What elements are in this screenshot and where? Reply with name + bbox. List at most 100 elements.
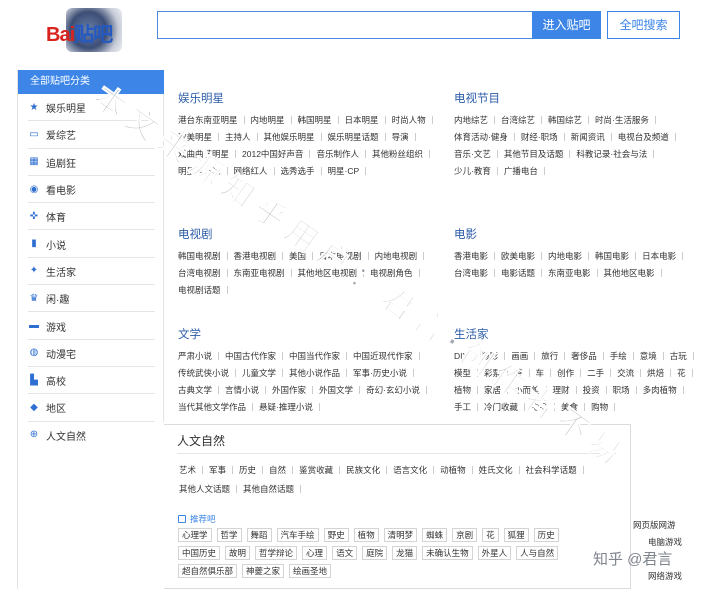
panel-tag-link[interactable]: 其他自然话题 — [243, 480, 307, 499]
category-tag-link[interactable]: 其他粉丝组织 — [372, 146, 436, 163]
category-tag-link[interactable]: 内地电视剧 — [375, 248, 431, 265]
category-tag-link[interactable]: 电视剧角色 — [370, 265, 426, 282]
panel-tag-link[interactable]: 动植物 — [440, 461, 479, 480]
category-tag-link[interactable]: 中国古代作家 — [225, 348, 289, 365]
sidebar-item[interactable]: ⊕ 人文自然 — [18, 421, 164, 449]
category-tag-link[interactable]: 港台东南亚明星 — [178, 112, 251, 129]
category-tag-link[interactable]: 二手 — [587, 365, 617, 382]
category-tag-link[interactable]: 言情小说 — [225, 382, 272, 399]
category-tag-link[interactable]: 新闻资讯 — [571, 129, 618, 146]
category-tag-link[interactable]: 日本明星 — [345, 112, 392, 129]
panel-tag-link[interactable]: 历史 — [239, 461, 269, 480]
recommend-tag[interactable]: 植物 — [353, 528, 379, 542]
category-tag-link[interactable]: 明星官方吧 — [178, 163, 234, 180]
category-tag-link[interactable]: 奢侈品 — [571, 348, 610, 365]
category-tag-link[interactable]: 古典文学 — [178, 382, 225, 399]
category-title[interactable]: 电视剧 — [178, 226, 448, 241]
category-tag-link[interactable]: 悬疑·推理小说 — [259, 399, 326, 416]
category-tag-link[interactable]: 财经·职场 — [521, 129, 571, 146]
category-tag-link[interactable]: 美国 — [289, 248, 319, 265]
recommend-tag[interactable]: 狐狸 — [503, 528, 529, 542]
category-tag-link[interactable]: 少儿·教育 — [454, 163, 504, 180]
category-tag-link[interactable]: 体育活动·健身 — [454, 129, 521, 146]
baidu-tieba-logo[interactable]: Bai贴吧 — [46, 8, 142, 52]
category-tag-link[interactable]: 严肃小说 — [178, 348, 225, 365]
category-tag-link[interactable]: 小而美 — [514, 382, 553, 399]
category-tag-link[interactable]: 花 — [677, 365, 699, 382]
category-tag-link[interactable]: 中国当代作家 — [289, 348, 353, 365]
category-tag-link[interactable]: 2012中国好声音 — [242, 146, 316, 163]
category-tag-link[interactable]: 其他小说作品 — [289, 365, 353, 382]
category-tag-link[interactable]: 外国作家 — [272, 382, 319, 399]
category-tag-link[interactable]: 理财 — [553, 382, 583, 399]
category-tag-link[interactable]: 甜品 — [531, 399, 561, 416]
category-title[interactable]: 生活家 — [454, 326, 708, 341]
category-tag-link[interactable]: 职场 — [613, 382, 643, 399]
category-tag-link[interactable]: 电影话题 — [501, 265, 548, 282]
recommend-tag[interactable]: 庭院 — [362, 546, 388, 560]
link-pc-game[interactable]: 电脑游戏 — [648, 536, 682, 548]
recommend-tag[interactable]: 绘画圣地 — [289, 564, 332, 578]
recommend-tag[interactable]: 语文 — [332, 546, 358, 560]
category-title[interactable]: 电影 — [454, 226, 708, 241]
recommend-tag[interactable]: 故明 — [225, 546, 251, 560]
category-tag-link[interactable]: 美食 — [561, 399, 591, 416]
recommend-tag[interactable]: 清明梦 — [383, 528, 418, 542]
category-tag-link[interactable]: 冷门收藏 — [484, 399, 531, 416]
sidebar-item[interactable]: ▙ 高校 — [18, 366, 164, 395]
recommend-tag[interactable]: 哲学 — [216, 528, 242, 542]
category-tag-link[interactable]: 植物 — [454, 382, 484, 399]
category-tag-link[interactable]: 意境 — [640, 348, 670, 365]
panel-tag-link[interactable]: 姓氏文化 — [479, 461, 526, 480]
sidebar-item[interactable]: ▬ 游戏 — [18, 312, 164, 340]
category-tag-link[interactable]: 创作 — [557, 365, 587, 382]
panel-tag-link[interactable]: 艺术 — [179, 461, 209, 480]
category-tag-link[interactable]: 外国文学 — [319, 382, 366, 399]
recommend-tag[interactable]: 心理 — [302, 546, 328, 560]
category-tag-link[interactable]: 投资 — [583, 382, 613, 399]
enter-tieba-button[interactable]: 进入贴吧 — [532, 11, 601, 39]
search-input[interactable] — [157, 11, 533, 39]
recommend-tag[interactable]: 心理学 — [178, 528, 212, 542]
category-tag-link[interactable]: 中国近现代作家 — [353, 348, 426, 365]
category-tag-link[interactable]: 日本电视剧 — [319, 248, 375, 265]
category-tag-link[interactable]: 香港电视剧 — [234, 248, 290, 265]
category-tag-link[interactable]: 传统武侠小说 — [178, 365, 242, 382]
panel-tag-link[interactable]: 军事 — [209, 461, 239, 480]
category-tag-link[interactable]: 交流 — [617, 365, 647, 382]
category-title[interactable]: 电视节目 — [454, 90, 708, 105]
sidebar-item[interactable]: ♛ 闲·趣 — [18, 285, 164, 313]
category-tag-link[interactable]: 家居 — [484, 382, 514, 399]
recommend-tag[interactable]: 未确认生物 — [422, 546, 473, 560]
category-tag-link[interactable]: 时尚·生活服务 — [595, 112, 662, 129]
panel-tag-link[interactable]: 自然 — [269, 461, 299, 480]
category-tag-link[interactable]: 日本电影 — [642, 248, 689, 265]
category-tag-link[interactable]: 彩票 — [484, 365, 514, 382]
recommend-tag[interactable]: 舞蹈 — [246, 528, 272, 542]
category-tag-link[interactable]: 科教记录·社会与法 — [576, 146, 660, 163]
panel-tag-link[interactable]: 语言文化 — [393, 461, 440, 480]
category-title[interactable]: 文学 — [178, 326, 448, 341]
sidebar-item[interactable]: ▦ 追剧狂 — [18, 148, 164, 176]
category-tag-link[interactable]: 戏曲曲艺明星 — [178, 146, 242, 163]
category-tag-link[interactable]: 茶 — [514, 365, 536, 382]
category-tag-link[interactable]: 音乐·文艺 — [454, 146, 504, 163]
category-tag-link[interactable]: 画画 — [511, 348, 541, 365]
category-tag-link[interactable]: 古玩 — [670, 348, 700, 365]
category-tag-link[interactable]: DIY — [454, 348, 481, 365]
category-tag-link[interactable]: 韩国电视剧 — [178, 248, 234, 265]
category-tag-link[interactable]: 烘焙 — [647, 365, 677, 382]
category-tag-link[interactable]: 欧美明星 — [178, 129, 225, 146]
category-tag-link[interactable]: 导演 — [392, 129, 422, 146]
recommend-tag[interactable]: 野史 — [323, 528, 349, 542]
sidebar-item[interactable]: ▭ 爱综艺 — [18, 121, 164, 149]
category-tag-link[interactable]: 购物 — [591, 399, 621, 416]
category-tag-link[interactable]: 其他娱乐明星 — [264, 129, 328, 146]
category-tag-link[interactable]: 模型 — [454, 365, 484, 382]
category-tag-link[interactable]: 明星·CP — [328, 163, 373, 180]
category-tag-link[interactable]: 韩国电影 — [595, 248, 642, 265]
panel-tag-link[interactable]: 民族文化 — [346, 461, 393, 480]
category-tag-link[interactable]: 音乐制作人 — [316, 146, 372, 163]
recommend-tag[interactable]: 蜘蛛 — [422, 528, 448, 542]
category-tag-link[interactable]: 军事·历史小说 — [353, 365, 420, 382]
